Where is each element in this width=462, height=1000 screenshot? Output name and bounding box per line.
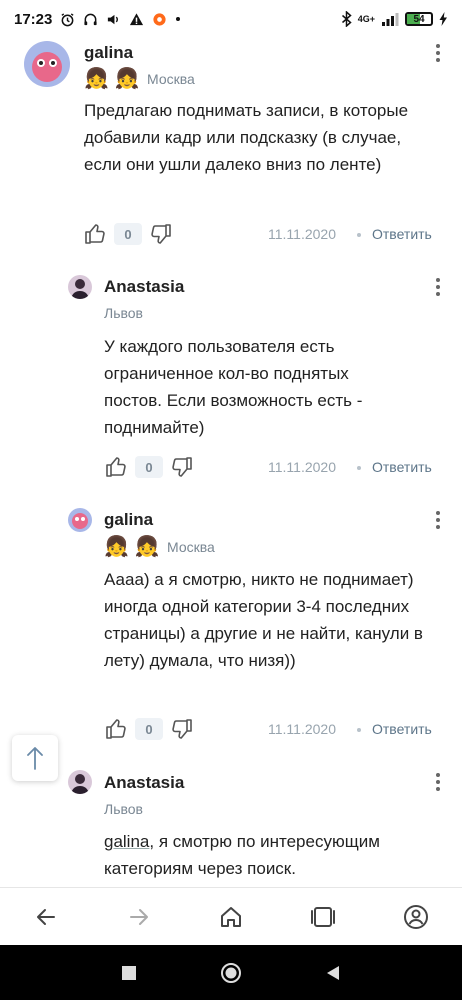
tabs-icon	[310, 905, 336, 929]
comment-location: Москва	[167, 539, 215, 555]
back-triangle-icon[interactable]	[325, 964, 341, 982]
badge-icon: 👧	[104, 536, 129, 558]
dislike-icon[interactable]	[169, 716, 195, 742]
user-badges: 👧 👧	[104, 537, 160, 557]
badge-icon: 👧	[84, 68, 109, 90]
warning-icon	[129, 12, 144, 27]
forward-button[interactable]	[119, 897, 159, 937]
home-button[interactable]	[211, 897, 251, 937]
comment-author[interactable]: galina	[104, 510, 153, 530]
home-icon	[219, 905, 243, 929]
dislike-icon[interactable]	[148, 221, 174, 247]
like-icon[interactable]	[103, 454, 129, 480]
user-badges: 👧 👧	[84, 69, 140, 89]
comment-author[interactable]: Anastasia	[104, 773, 184, 793]
network-type: 4G+	[357, 14, 375, 24]
reply-button[interactable]: Ответить	[372, 226, 432, 242]
comment-text: Предлагаю поднимать записи, в которые до…	[84, 101, 409, 174]
volume-icon	[106, 12, 121, 27]
user-mention-link[interactable]: galina	[104, 832, 149, 851]
system-navigation-bar	[0, 945, 462, 1000]
dot-icon	[175, 16, 181, 22]
comment-location: Львов	[104, 801, 143, 817]
home-circle-icon[interactable]	[220, 962, 242, 984]
more-options-icon[interactable]	[428, 508, 448, 532]
more-options-icon[interactable]	[428, 770, 448, 794]
like-count: 0	[114, 223, 142, 245]
browser-toolbar	[0, 887, 462, 945]
like-icon[interactable]	[82, 221, 108, 247]
bluetooth-icon	[341, 11, 352, 27]
separator-dot	[357, 728, 361, 732]
separator-dot	[357, 466, 361, 470]
arrow-left-icon	[34, 905, 58, 929]
app-notification-icon	[152, 12, 167, 27]
comment-location: Москва	[147, 71, 195, 87]
alarm-icon	[60, 12, 75, 27]
more-options-icon[interactable]	[428, 41, 448, 65]
comment-text: У каждого пользователя есть ограниченное…	[104, 337, 363, 437]
comment-location: Львов	[104, 305, 143, 321]
comment-author[interactable]: Anastasia	[104, 277, 184, 297]
more-options-icon[interactable]	[428, 275, 448, 299]
avatar[interactable]	[68, 770, 92, 794]
reply-button[interactable]: Ответить	[372, 459, 432, 475]
profile-icon	[403, 904, 429, 930]
tabs-button[interactable]	[303, 897, 343, 937]
status-time: 17:23	[14, 10, 53, 28]
separator-dot	[357, 233, 361, 237]
comment-date: 11.11.2020	[268, 459, 336, 475]
comment-text: Аааа) а я смотрю, никто не поднимает) ин…	[104, 570, 423, 670]
comment-date: 11.11.2020	[268, 721, 336, 737]
recent-apps-icon[interactable]	[121, 965, 137, 981]
badge-icon: 👧	[114, 68, 140, 90]
like-icon[interactable]	[103, 716, 129, 742]
dislike-icon[interactable]	[169, 454, 195, 480]
comment-text: galina, я смотрю по интересующим категор…	[104, 828, 424, 882]
charging-icon	[439, 12, 448, 26]
badge-icon: 👧	[134, 536, 160, 558]
comment-author[interactable]: galina	[84, 43, 133, 63]
profile-button[interactable]	[396, 897, 436, 937]
comment-date: 11.11.2020	[268, 226, 336, 242]
avatar[interactable]	[24, 41, 70, 87]
battery-indicator: 54	[405, 12, 433, 26]
avatar[interactable]	[68, 508, 92, 532]
headphones-icon	[83, 12, 98, 27]
scroll-to-top-button[interactable]	[12, 735, 58, 781]
like-count: 0	[135, 456, 163, 478]
like-count: 0	[135, 718, 163, 740]
arrow-up-icon	[25, 745, 45, 771]
arrow-right-icon	[127, 905, 151, 929]
back-button[interactable]	[26, 897, 66, 937]
reply-button[interactable]: Ответить	[372, 721, 432, 737]
avatar[interactable]	[68, 275, 92, 299]
status-bar: 17:23 4G+ 54	[0, 0, 462, 38]
signal-icon	[381, 12, 399, 26]
